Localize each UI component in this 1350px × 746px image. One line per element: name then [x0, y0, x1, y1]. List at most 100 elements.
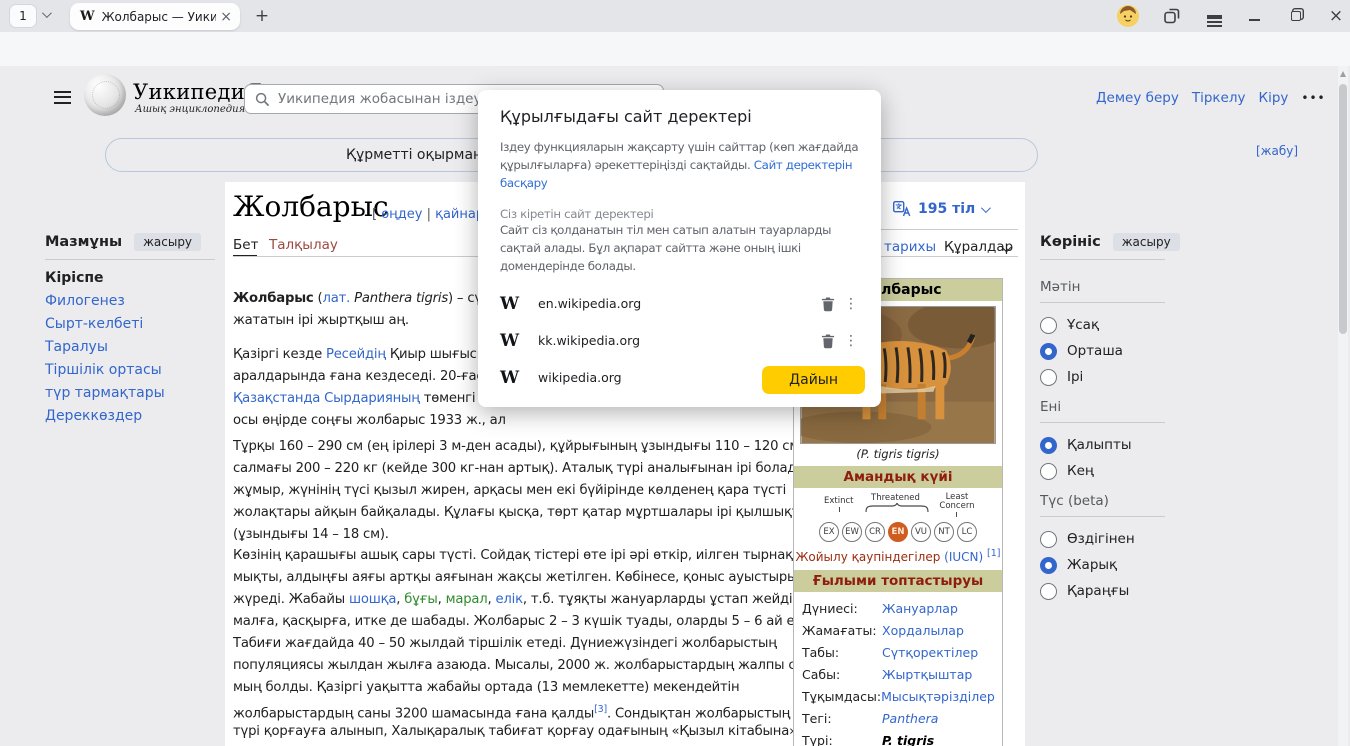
radio-option[interactable]: Ірі [1040, 364, 1165, 390]
reference-link[interactable]: [1] [987, 548, 1000, 559]
radio-icon[interactable] [1040, 583, 1057, 600]
taxonomy-row: Табы:Сүтқоректілер [802, 641, 994, 663]
radio-selected-icon[interactable] [1040, 343, 1057, 360]
radio-selected-icon[interactable] [1040, 437, 1057, 454]
dialog-description: Іздеу функцияларын жақсарту үшін сайттар… [500, 138, 859, 192]
taxonomy-value[interactable]: Сүтқоректілер [882, 645, 978, 660]
status-label-threatened: Threatened [871, 493, 920, 503]
toc-item[interactable]: түр тармақтары [45, 385, 215, 408]
radio-label: Орташа [1067, 343, 1123, 359]
radio-option[interactable]: Қалыпты [1040, 432, 1165, 458]
header-more-icon[interactable]: ••• [1301, 91, 1325, 105]
status-code-lc: LC [957, 522, 977, 542]
window-restore-button[interactable] [1284, 5, 1308, 27]
wiki-link[interactable]: бұғы [404, 592, 437, 607]
taxonomy-row: Дүниесі:Жануарлар [802, 597, 994, 619]
register-link[interactable]: Тіркелу [1192, 90, 1246, 106]
article-text: жататын ірі жыртқыш аң. [233, 313, 409, 328]
radio-icon[interactable] [1040, 369, 1057, 386]
toc-item[interactable]: Дереккөздер [45, 408, 215, 431]
tab-title: Жолбарыс — Уикипеди [102, 10, 217, 24]
login-link[interactable]: Кіру [1258, 90, 1288, 106]
radio-icon[interactable] [1040, 317, 1057, 334]
banner-close-link[interactable]: [жабу] [1256, 144, 1298, 158]
article-text: Көзінің қарашығы ашық сары түсті. Сойдақ… [233, 548, 827, 563]
radio-option[interactable]: Жарық [1040, 552, 1165, 578]
radio-icon[interactable] [1040, 463, 1057, 480]
tab-counter-button[interactable]: 1 [10, 5, 36, 27]
tab-talk[interactable]: Талқылау [269, 237, 338, 253]
taxonomy-label: Табы: [802, 645, 882, 660]
appearance-hide-button[interactable]: жасыру [1113, 233, 1180, 251]
edit-link[interactable]: өңдеу [381, 207, 422, 222]
radio-option[interactable]: Кең [1040, 458, 1165, 484]
toc-item[interactable]: Сырт-келбеті [45, 316, 215, 339]
text-line: жолбарыстардың саны 3200 шамасында ғана … [233, 699, 808, 721]
profile-avatar[interactable] [1116, 5, 1140, 27]
taxonomy-label: Дүниесі: [802, 601, 882, 616]
wiki-link[interactable]: Ресейдің [326, 347, 386, 362]
wiki-link[interactable]: елік [495, 592, 522, 607]
radio-label: Ірі [1067, 369, 1083, 385]
browser-tab[interactable]: W Жолбарыс — Уикипеди × [70, 3, 240, 30]
site-domain: en.wikipedia.org [538, 296, 813, 311]
language-selector-button[interactable]: 195 тіл [893, 201, 988, 217]
tab-bar: 1 W Жолбарыс — Уикипеди × + × [0, 0, 1350, 32]
article-text: мың болды. Қазіргі уақытта жабайы ортада… [233, 680, 739, 695]
article-text: Panthera tigris [354, 291, 448, 306]
window-minimize-button[interactable] [1242, 9, 1266, 31]
donate-link[interactable]: Демеу беру [1096, 90, 1179, 106]
radio-option[interactable]: Орташа [1040, 338, 1165, 364]
radio-selected-icon[interactable] [1040, 557, 1057, 574]
taxonomy-value[interactable]: Мысықтәрізділер [881, 689, 995, 704]
wiki-link[interactable]: [3] [594, 704, 607, 715]
new-tab-button[interactable]: + [250, 4, 274, 28]
taxonomy-value[interactable]: Жануарлар [882, 601, 958, 616]
delete-site-icon[interactable] [813, 296, 843, 312]
radio-option[interactable]: Қараңғы [1040, 578, 1165, 604]
taxonomy-label: Жамағаты: [802, 623, 882, 638]
wikipedia-logo[interactable] [84, 74, 126, 116]
site-row: Wen.wikipedia.org⋮ [500, 285, 859, 322]
site-options-icon[interactable]: ⋮ [843, 296, 859, 312]
iucn-link[interactable]: (IUCN) [944, 550, 983, 564]
wikipedia-wordmark[interactable]: УикипедиЯ [133, 80, 262, 104]
window-close-button[interactable]: × [1324, 5, 1348, 27]
wiki-menu-icon[interactable] [54, 88, 71, 107]
taxonomy-value[interactable]: Хордалылар [882, 623, 964, 638]
taxonomy-value[interactable]: Panthera [882, 711, 938, 726]
toc-hide-button[interactable]: жасыру [134, 233, 201, 251]
status-label-extinct: Extinct [824, 496, 854, 506]
wiki-link[interactable]: шошқа [349, 592, 396, 607]
browser-menu-icon[interactable] [1202, 5, 1226, 27]
view-history-link[interactable]: тарихы [884, 239, 936, 255]
radio-option[interactable]: Ұсақ [1040, 312, 1165, 338]
radio-icon[interactable] [1040, 531, 1057, 548]
chevron-down-icon[interactable] [42, 8, 52, 18]
taxonomy-value[interactable]: Жыртқыштар [882, 667, 972, 682]
wiki-link[interactable]: Қазақстанда Сырдарияның [233, 391, 420, 406]
tab-article[interactable]: Бет [233, 237, 258, 253]
done-button[interactable]: Дайын [762, 366, 865, 394]
paragraph: Тұрқы 160 – 290 см (ең ірілері 3 м-ден а… [233, 436, 808, 546]
scrollbar-up-arrow[interactable] [1340, 71, 1346, 77]
article-text: (ұзындығы 14 – 18 см). [233, 527, 389, 542]
toc-item[interactable]: Кіріспе [45, 270, 215, 293]
text-line: жолақтары айқын байқалады. Құлағы қысқа,… [233, 502, 808, 524]
scrollbar-thumb[interactable] [1339, 84, 1347, 334]
page-scrollbar[interactable] [1338, 66, 1348, 746]
article-text: жұмыр, жүнінің түсі қызыл жирен, арқасы … [233, 483, 786, 498]
toc-item[interactable]: Филогенез [45, 293, 215, 316]
toc-item[interactable]: Тіршілік ортасы [45, 362, 215, 385]
tab-close-icon[interactable]: × [220, 9, 232, 25]
wiki-link[interactable]: марал [446, 592, 488, 607]
wiki-link[interactable]: лат. [323, 291, 351, 306]
text-line: мың болды. Қазіргі уақытта жабайы ортада… [233, 677, 808, 699]
scientific-classification-header: Ғылыми топтастыруы [794, 570, 1002, 592]
taxonomy-label: Сабы: [802, 667, 882, 682]
delete-site-icon[interactable] [813, 333, 843, 349]
radio-option[interactable]: Өздігінен [1040, 526, 1165, 552]
toc-item[interactable]: Таралуы [45, 339, 215, 362]
tab-panels-icon[interactable] [1160, 5, 1184, 27]
site-options-icon[interactable]: ⋮ [843, 333, 859, 349]
